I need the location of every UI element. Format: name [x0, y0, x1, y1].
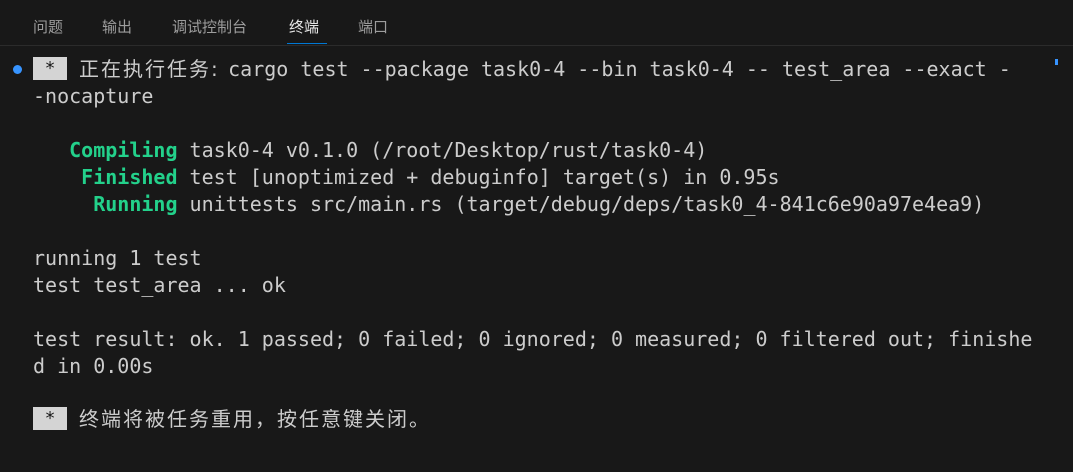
running-tests-line: running 1 test — [33, 246, 202, 270]
running-line: Running unittests src/main.rs (target/de… — [33, 191, 984, 218]
command-line-1: * 正在执行任务: cargo test --package task0-4 --… — [33, 56, 1011, 83]
terminal-output[interactable]: * 正在执行任务: cargo test --package task0-4 --… — [0, 46, 1073, 472]
compiling-text: task0-4 v0.1.0 (/root/Desktop/rust/task0… — [177, 138, 708, 162]
summary-line-1: test result: ok. 1 passed; 0 failed; 0 i… — [33, 327, 1033, 351]
active-tab-indicator — [287, 43, 327, 44]
finished-text: test [unoptimized + debuginfo] target(s)… — [177, 165, 780, 189]
tab-debug-console[interactable]: 调试控制台 — [172, 16, 247, 37]
finished-label: Finished — [81, 165, 178, 189]
compiling-label: Compiling — [69, 138, 178, 162]
scrollbar-marker[interactable] — [1055, 59, 1058, 65]
panel-tab-bar: 问题 输出 调试控制台 终端 端口 — [0, 0, 1073, 46]
task-marker-badge-2: * — [33, 407, 67, 430]
command-text: cargo test --package task0-4 --bin task0… — [228, 57, 1011, 81]
command-line-2: -nocapture — [33, 84, 154, 108]
tab-output[interactable]: 输出 — [102, 16, 132, 37]
task-marker-badge: * — [33, 57, 67, 80]
running-text: unittests src/main.rs (target/debug/deps… — [177, 192, 985, 216]
tab-problems[interactable]: 问题 — [33, 16, 63, 37]
tab-ports[interactable]: 端口 — [358, 16, 388, 37]
compiling-line: Compiling task0-4 v0.1.0 (/root/Desktop/… — [33, 137, 707, 164]
reuse-message-line: * 终端将被任务重用，按任意键关闭。 — [33, 406, 431, 433]
tab-terminal[interactable]: 终端 — [289, 16, 319, 37]
finished-line: Finished test [unoptimized + debuginfo] … — [33, 164, 780, 191]
running-label: Running — [93, 192, 178, 216]
task-prefix-text: 正在执行任务: — [79, 57, 229, 81]
circle-dot-icon[interactable] — [13, 65, 22, 74]
reuse-message-text: 终端将被任务重用，按任意键关闭。 — [79, 407, 431, 431]
summary-line-2: d in 0.00s — [33, 354, 154, 378]
test-result-line: test test_area ... ok — [33, 273, 286, 297]
